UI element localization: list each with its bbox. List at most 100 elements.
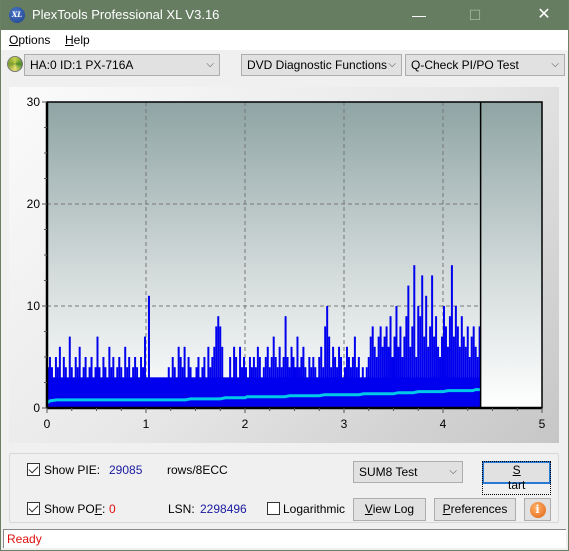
pie-bar [373, 346, 376, 408]
app-logo-icon: XL [9, 7, 25, 23]
pie-bar [68, 336, 71, 408]
pie-bar [308, 357, 311, 408]
pie-bar [379, 326, 382, 408]
drive-select-value: HA:0 ID:1 PX-716A [30, 58, 134, 72]
pie-bar [431, 275, 434, 408]
pie-bar [381, 346, 384, 408]
pie-bar [474, 346, 477, 408]
disc-drive-icon [7, 56, 23, 72]
pie-bar [52, 377, 55, 408]
pie-bar [444, 326, 447, 408]
show-pie-checkbox[interactable] [27, 463, 40, 476]
test-select-value: Q-Check PI/PO Test [411, 58, 519, 72]
lsn-label: LSN: [168, 502, 195, 516]
chevron-down-icon: ⌵ [388, 59, 396, 70]
y-tick-label: 10 [27, 299, 41, 313]
pie-bar [248, 357, 251, 408]
pie-bar [391, 357, 394, 408]
show-pof-accel: F [94, 502, 103, 516]
pie-bar [298, 367, 301, 408]
pie-bar [399, 326, 402, 408]
pie-bar [114, 377, 117, 408]
lsn-value: 2298496 [200, 502, 247, 516]
pie-bar [318, 357, 321, 408]
pie-bar [144, 336, 146, 408]
pie-bar [411, 326, 414, 408]
pie-bar [355, 367, 358, 408]
info-button[interactable]: i [524, 498, 551, 521]
close-button[interactable]: ✕ [521, 0, 567, 30]
drive-select[interactable]: HA:0 ID:1 PX-716A ⌵ [24, 54, 220, 76]
pie-bar [302, 346, 305, 408]
pie-bar [205, 377, 208, 408]
pie-bar [264, 357, 267, 408]
pie-bar [235, 357, 238, 408]
pie-bar [403, 336, 406, 408]
function-select-value: DVD Diagnostic Functions [247, 58, 388, 72]
pie-bar [173, 367, 176, 408]
pie-bar [138, 377, 141, 408]
pie-bar [326, 306, 329, 408]
title-bar: XL PlexTools Professional XL V3.16 — ☐ ✕ [1, 0, 568, 30]
pie-bar [246, 377, 249, 408]
pof-count: 0 [109, 502, 116, 516]
pie-bar [336, 367, 339, 408]
status-bar: Ready [3, 529, 566, 548]
pie-bar [458, 346, 461, 408]
pie-bar [314, 367, 317, 408]
pie-bar [470, 336, 473, 408]
pie-bar [56, 367, 59, 408]
x-tick-label: 3 [341, 417, 348, 431]
pie-bar [468, 357, 471, 408]
menu-help-label: elp [73, 33, 90, 47]
pie-bar [353, 336, 356, 408]
logarithmic-checkbox[interactable] [267, 502, 280, 515]
sum8-test-select[interactable]: SUM8 Test ⌵ [353, 461, 463, 483]
minimize-button[interactable]: — [396, 0, 442, 30]
x-tick-label: 0 [44, 417, 51, 431]
show-pof-label-post: : [102, 502, 106, 516]
pie-bar [423, 336, 426, 408]
pie-bar [300, 357, 303, 408]
pie-bar [441, 336, 443, 408]
x-tick-label: 5 [539, 417, 546, 431]
pie-bar [245, 367, 247, 408]
pie-bar [351, 357, 354, 408]
menu-options[interactable]: Options [9, 33, 50, 47]
pie-bar [227, 377, 230, 408]
maximize-button[interactable]: ☐ [452, 0, 498, 30]
pie-bar [446, 346, 449, 408]
app-window: XL PlexTools Professional XL V3.16 — ☐ ✕… [1, 0, 568, 550]
pie-bar [435, 316, 438, 408]
pie-bar [310, 367, 313, 408]
pie-bar [429, 326, 432, 408]
pie-bar [197, 357, 200, 408]
pie-bar [211, 357, 214, 408]
menu-help[interactable]: Help [65, 33, 90, 47]
view-log-button[interactable]: View Log [353, 498, 426, 521]
pie-bar [344, 367, 346, 408]
y-tick-label: 0 [33, 401, 40, 415]
function-select[interactable]: DVD Diagnostic Functions ⌵ [241, 54, 402, 76]
pie-bar [195, 367, 198, 408]
pie-bar [427, 346, 430, 408]
show-pof-checkbox[interactable] [27, 502, 40, 515]
pie-bar [448, 316, 451, 408]
pie-bar [256, 346, 259, 408]
pie-bar [270, 357, 273, 408]
sum8-test-select-value: SUM8 Test [359, 465, 418, 479]
logarithmic-label: Logarithmic [283, 502, 346, 516]
chevron-down-icon: ⌵ [551, 59, 559, 70]
pie-bar [219, 326, 222, 408]
start-button[interactable]: Start [481, 461, 552, 495]
pie-bar [280, 367, 283, 408]
pie-bar [250, 367, 253, 408]
pie-bar [76, 367, 79, 408]
pie-bar [241, 367, 244, 408]
x-tick-label: 2 [242, 417, 249, 431]
preferences-button[interactable]: Preferences [434, 498, 516, 521]
show-pof-label-pre: Show PO [44, 502, 95, 516]
pie-bar [163, 377, 166, 408]
test-select[interactable]: Q-Check PI/PO Test ⌵ [405, 54, 565, 76]
pie-bar [340, 357, 343, 408]
